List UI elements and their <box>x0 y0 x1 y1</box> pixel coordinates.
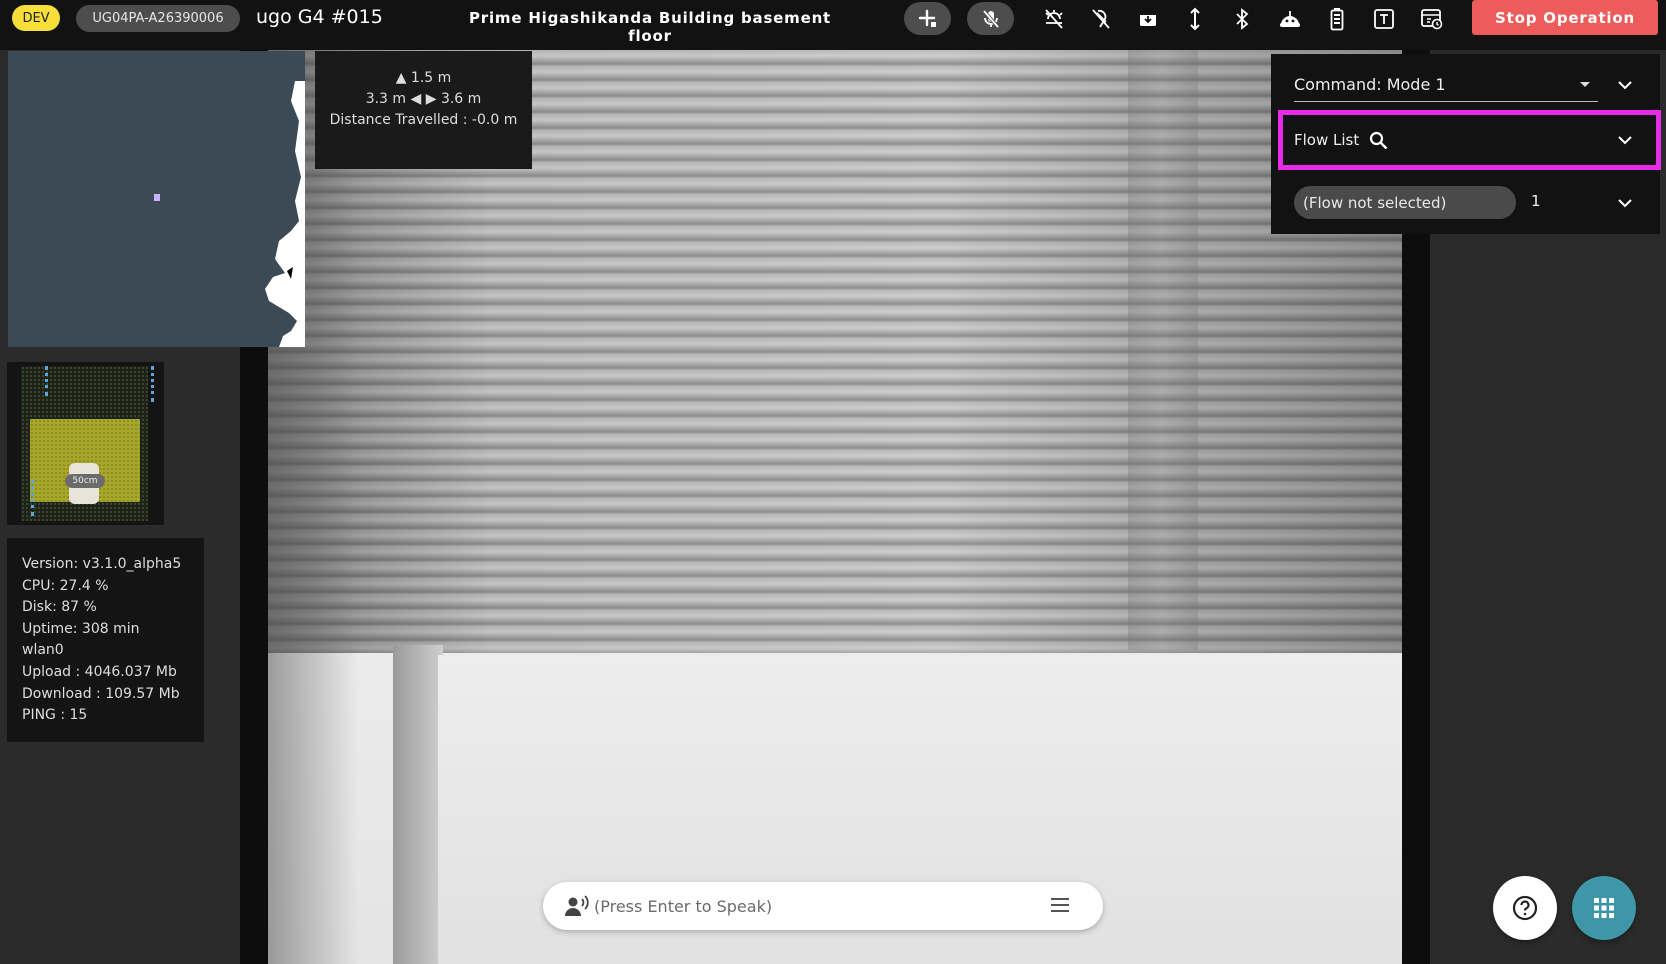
side-distance: 3.3 m ◀ ▶ 3.6 m <box>365 91 482 107</box>
chevron-down-icon <box>1618 80 1632 89</box>
upload-text: Upload : 4046.037 Mb <box>22 663 177 680</box>
command-mode-value: Command: Mode 1 <box>1294 74 1446 94</box>
stop-operation-button[interactable]: Stop Operation <box>1472 0 1658 35</box>
mic-off-icon <box>982 9 999 28</box>
env-badge: DEV <box>12 5 60 31</box>
height-icon <box>1190 7 1200 31</box>
light-off-icon <box>1045 9 1063 29</box>
pointer-toggle[interactable] <box>1086 4 1116 34</box>
scale-label: 50cm <box>65 474 105 488</box>
robot-button[interactable] <box>1275 4 1305 34</box>
mic-toggle-button[interactable] <box>967 2 1014 35</box>
battery-icon <box>1330 8 1344 31</box>
battery-indicator[interactable] <box>1322 4 1352 34</box>
calendar-icon <box>1421 9 1443 30</box>
camera-feed <box>268 50 1402 964</box>
command-panel: Command: Mode 1 Flow List (Flow not sele… <box>1271 54 1661 234</box>
cpu-text: CPU: 27.4 % <box>22 577 109 594</box>
caret-down-icon <box>1580 82 1590 87</box>
robot-name: ugo G4 #015 <box>256 6 383 28</box>
save-button[interactable] <box>1133 4 1163 34</box>
apps-button[interactable] <box>1572 876 1636 940</box>
height-button[interactable] <box>1180 4 1210 34</box>
flow-selection-chip[interactable]: (Flow not selected) <box>1294 186 1516 219</box>
download-text: Download : 109.57 Mb <box>22 685 180 702</box>
schedule-button[interactable] <box>1417 4 1447 34</box>
distance-readout: ▲ 1.5 m 3.3 m ◀ ▶ 3.6 m Distance Travell… <box>315 51 532 169</box>
save-icon <box>1140 12 1156 26</box>
chevron-down-icon <box>1618 135 1632 144</box>
mini-map[interactable] <box>8 51 305 347</box>
text-icon <box>1374 9 1394 29</box>
bluetooth-button[interactable] <box>1227 4 1257 34</box>
uptime-text: Uptime: 308 min <box>22 620 140 637</box>
system-info-panel: Version: v3.1.0_alpha5 CPU: 27.4 % Disk:… <box>7 538 204 742</box>
bluetooth-icon <box>1236 8 1249 30</box>
distance-travelled: Distance Travelled : -0.0 m <box>329 112 518 128</box>
speak-input[interactable] <box>594 892 1034 920</box>
add-button[interactable] <box>904 2 951 35</box>
robot-position-marker <box>154 194 160 201</box>
front-distance: ▲ 1.5 m <box>395 70 452 86</box>
flow-list-expand-button[interactable] <box>1614 129 1636 151</box>
chevron-down-icon <box>1618 198 1632 207</box>
command-expand-button[interactable] <box>1614 74 1636 96</box>
search-icon[interactable] <box>1369 131 1388 150</box>
network-text: wlan0 <box>22 642 64 659</box>
robot-icon <box>1280 11 1300 27</box>
top-bar: DEV UG04PA-A26390006 ugo G4 #015 Prime H… <box>0 0 1666 50</box>
proximity-view: 50cm <box>7 362 164 525</box>
flow-expand-button[interactable] <box>1614 192 1636 214</box>
command-mode-select[interactable]: Command: Mode 1 <box>1294 67 1598 102</box>
ping-text: PING : 15 <box>22 707 88 724</box>
grid-icon <box>1594 898 1614 918</box>
disk-text: Disk: 87 % <box>22 599 97 616</box>
flow-list-label: Flow List <box>1294 131 1360 149</box>
pointer-off-icon <box>1092 9 1110 29</box>
flow-list-selector[interactable]: Flow List <box>1278 110 1661 170</box>
text-button[interactable] <box>1369 4 1399 34</box>
speak-bar <box>543 882 1103 930</box>
light-toggle[interactable] <box>1039 4 1069 34</box>
menu-icon[interactable] <box>1050 896 1070 914</box>
location-title: Prime Higashikanda Building basement flo… <box>468 9 832 45</box>
add-icon <box>918 9 936 27</box>
serial-badge: UG04PA-A26390006 <box>76 5 240 32</box>
map-obstacles <box>265 81 305 347</box>
voice-speaker-icon <box>565 895 589 916</box>
version-text: Version: v3.1.0_alpha5 <box>22 556 182 572</box>
flow-count: 1 <box>1531 192 1541 210</box>
help-button[interactable] <box>1493 876 1557 940</box>
help-icon <box>1512 895 1538 921</box>
